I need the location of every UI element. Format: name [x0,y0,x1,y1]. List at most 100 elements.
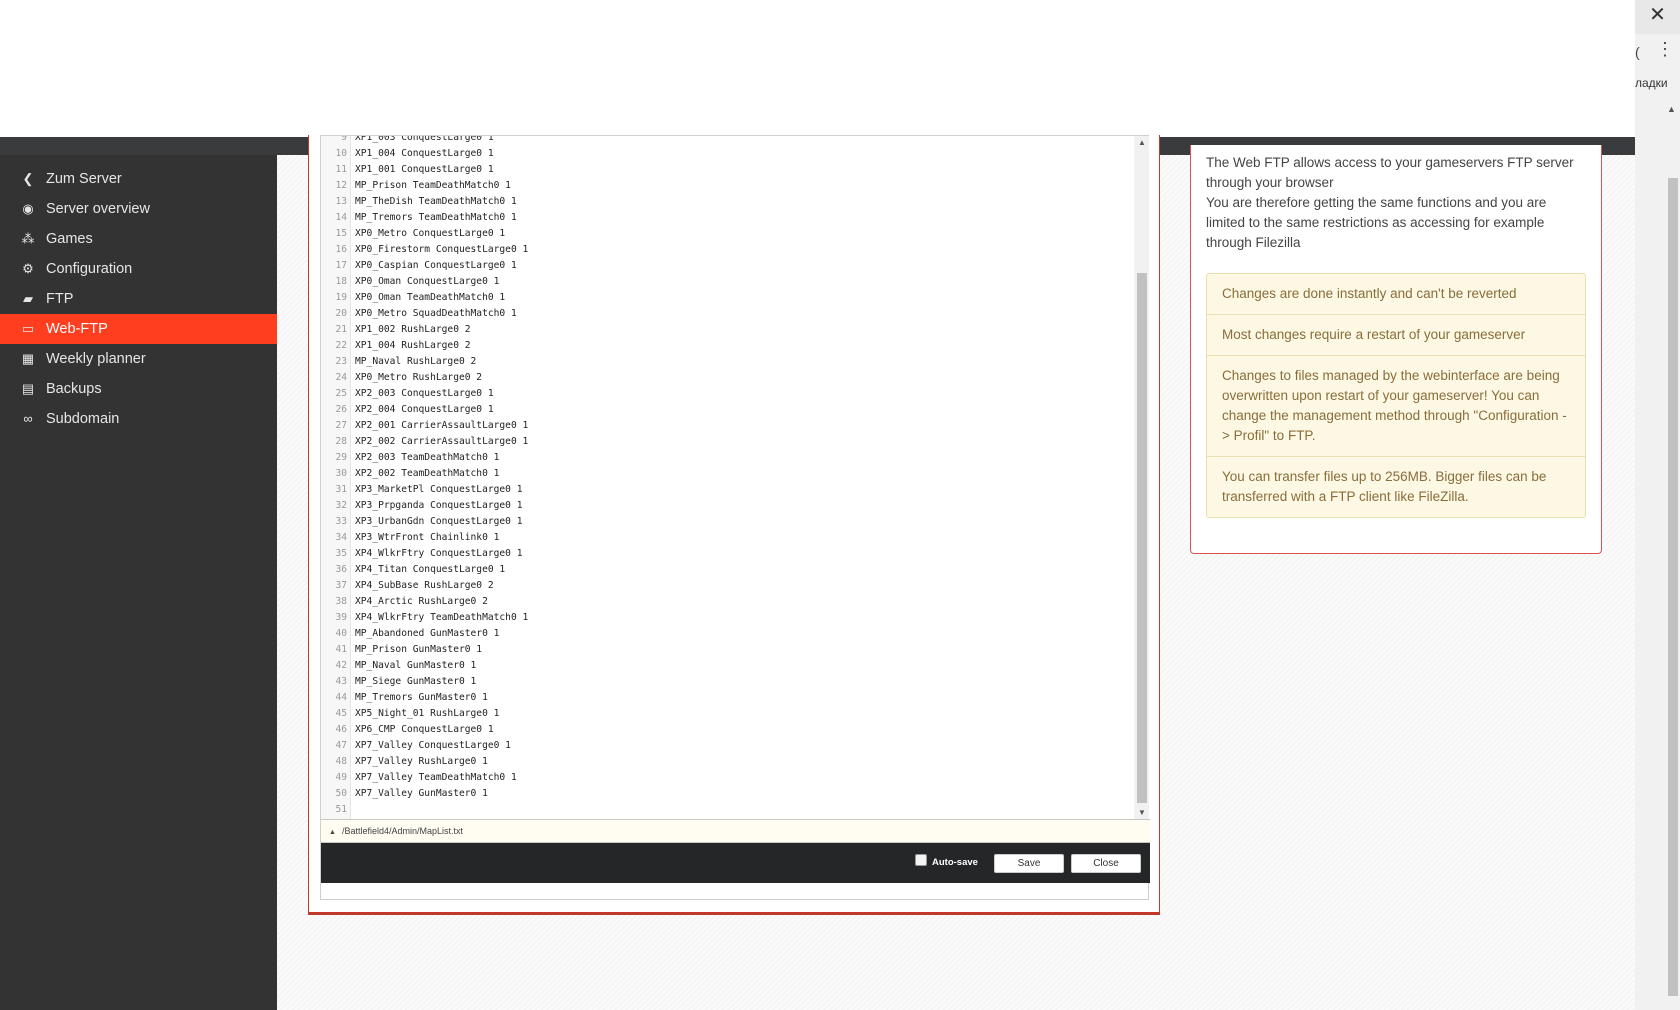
cubes-icon: ⁂ [21,231,35,246]
sidebar-item-zum-server[interactable]: ❮ Zum Server [0,164,277,194]
code-line[interactable]: 24 XP0_Metro RushLarge0 2 [321,370,482,386]
sidebar-item-configuration[interactable]: ⚙ Configuration [0,254,277,284]
sidebar-item-weekly-planner[interactable]: ▦ Weekly planner [0,344,277,374]
code-line[interactable]: 37 XP4_SubBase RushLarge0 2 [321,578,493,594]
sidebar-item-label: Subdomain [46,411,120,427]
line-text: XP4_WlkrFtry TeamDeathMatch0 1 [355,612,529,623]
line-text: XP3_Prpganda ConquestLarge0 1 [355,500,523,511]
code-line[interactable]: 10 XP1_004 ConquestLarge0 1 [321,146,493,162]
line-text: XP2_004 ConquestLarge0 1 [355,404,494,415]
code-line[interactable]: 13 MP_TheDish TeamDeathMatch0 1 [321,194,516,210]
line-text: MP_Prison TeamDeathMatch0 1 [355,180,511,191]
archive-icon: ▤ [21,381,35,396]
code-editor[interactable]: 9 XP1_003 ConquestLarge0 1 10 XP1_004 Conqu… [321,136,1134,819]
code-line[interactable]: 9 XP1_003 ConquestLarge0 1 [321,136,493,146]
close-icon[interactable]: ✕ [1635,0,1680,34]
line-number: 48 [335,756,347,767]
line-text: XP0_Oman ConquestLarge0 1 [355,276,500,287]
line-text: MP_Siege GunMaster0 1 [355,676,477,687]
page-scrollbar-thumb[interactable] [1668,178,1678,996]
scroll-up-icon[interactable]: ▲ [1138,138,1146,147]
code-line[interactable]: 28 XP2_002 CarrierAssaultLarge0 1 [321,434,528,450]
sidebar: ❮ Zum Server ◉ Server overview ⁂ Games ⚙ Config… [0,155,277,1010]
code-line[interactable]: 22 XP1_004 RushLarge0 2 [321,338,470,354]
code-line[interactable]: 45 XP5_Night_01 RushLarge0 1 [321,706,499,722]
sidebar-item-server-overview[interactable]: ◉ Server overview [0,194,277,224]
code-line[interactable]: 18 XP0_Oman ConquestLarge0 1 [321,274,499,290]
code-line[interactable]: 26 XP2_004 ConquestLarge0 1 [321,402,493,418]
code-line[interactable]: 43 MP_Siege GunMaster0 1 [321,674,476,690]
menu-kebab-icon[interactable]: ⋮ [1656,40,1674,58]
editor-scrollbar-thumb[interactable] [1137,273,1147,803]
line-number: 38 [335,596,347,607]
line-text: XP1_003 ConquestLarge0 1 [355,136,494,143]
autosave-label: Auto-save [932,857,978,868]
scroll-down-icon[interactable]: ▼ [1138,808,1146,817]
bookmarks-label[interactable]: ладки [1635,76,1668,90]
code-line[interactable]: 16 XP0_Firestorm ConquestLarge0 1 [321,242,528,258]
line-text: XP3_WtrFront Chainlink0 1 [355,532,500,543]
cogs-icon: ⚙ [22,261,34,276]
code-line[interactable]: 46 XP6_CMP ConquestLarge0 1 [321,722,493,738]
sidebar-item-web-ftp[interactable]: ▭ Web-FTP [0,314,277,344]
code-line[interactable]: 49 XP7_Valley TeamDeathMatch0 1 [321,770,516,786]
code-line[interactable]: 32 XP3_Prpganda ConquestLarge0 1 [321,498,522,514]
code-line[interactable]: 29 XP2_003 TeamDeathMatch0 1 [321,450,499,466]
code-line[interactable]: 48 XP7_Valley RushLarge0 1 [321,754,487,770]
code-line[interactable]: 41 MP_Prison GunMaster0 1 [321,642,482,658]
code-line[interactable]: 17 XP0_Caspian ConquestLarge0 1 [321,258,516,274]
autosave-checkbox[interactable] [915,854,927,866]
caret-up-icon[interactable]: ▲ [329,829,336,836]
browser-window-top [0,0,1635,137]
code-line[interactable]: 44 MP_Tremors GunMaster0 1 [321,690,487,706]
code-line[interactable]: 36 XP4_Titan ConquestLarge0 1 [321,562,505,578]
code-line[interactable]: 27 XP2_001 CarrierAssaultLarge0 1 [321,418,528,434]
code-line[interactable]: 15 XP0_Metro ConquestLarge0 1 [321,226,505,242]
code-line[interactable]: 31 XP3_MarketPl ConquestLarge0 1 [321,482,522,498]
line-number: 16 [335,244,347,255]
file-path-bar: ▲ /Battlefield4/Admin/MapList.txt [321,819,1150,843]
code-line[interactable]: 19 XP0_Oman TeamDeathMatch0 1 [321,290,505,306]
line-number: 35 [335,548,347,559]
line-text: XP3_UrbanGdn ConquestLarge0 1 [355,516,523,527]
code-line[interactable]: 21 XP1_002 RushLarge0 2 [321,322,470,338]
line-number: 45 [335,708,347,719]
sidebar-item-ftp[interactable]: ▰ FTP [0,284,277,314]
code-line[interactable]: 40 MP_Abandoned GunMaster0 1 [321,626,499,642]
line-number: 15 [335,228,347,239]
line-number: 51 [335,804,347,815]
editor-scrollbar[interactable]: ▲ ▼ [1134,136,1149,819]
line-number: 31 [335,484,347,495]
sidebar-item-games[interactable]: ⁂ Games [0,224,277,254]
sidebar-item-subdomain[interactable]: ∞ Subdomain [0,404,277,434]
code-line[interactable]: 35 XP4_WlkrFtry ConquestLarge0 1 [321,546,522,562]
code-line[interactable]: 38 XP4_Arctic RushLarge0 2 [321,594,487,610]
code-line[interactable]: 11 XP1_001 ConquestLarge0 1 [321,162,493,178]
close-button[interactable]: Close [1071,854,1141,873]
code-line[interactable]: 33 XP3_UrbanGdn ConquestLarge0 1 [321,514,522,530]
line-text: XP7_Valley ConquestLarge0 1 [355,740,511,751]
code-line[interactable]: 47 XP7_Valley ConquestLarge0 1 [321,738,511,754]
eye-icon: ◉ [22,201,34,216]
file-path: /Battlefield4/Admin/MapList.txt [341,826,463,836]
code-line[interactable]: 14 MP_Tremors TeamDeathMatch0 1 [321,210,516,226]
chevron-left-icon: ❮ [22,171,34,186]
code-line[interactable]: 39 XP4_WlkrFtry TeamDeathMatch0 1 [321,610,528,626]
code-line[interactable]: 42 MP_Naval GunMaster0 1 [321,658,476,674]
code-line[interactable]: 20 XP0_Metro SquadDeathMatch0 1 [321,306,516,322]
sidebar-nav: ❮ Zum Server ◉ Server overview ⁂ Games ⚙ Config… [0,155,277,434]
code-line[interactable]: 12 MP_Prison TeamDeathMatch0 1 [321,178,511,194]
line-number: 30 [335,468,347,479]
code-line[interactable]: 23 MP_Naval RushLarge0 2 [321,354,476,370]
line-text: XP0_Metro RushLarge0 2 [355,372,483,383]
code-line[interactable]: 25 XP2_003 ConquestLarge0 1 [321,386,493,402]
code-line[interactable]: 30 XP2_002 TeamDeathMatch0 1 [321,466,499,482]
code-line[interactable]: 51 [321,802,347,818]
scroll-up-icon[interactable]: ▲ [1667,104,1676,114]
line-number: 27 [335,420,347,431]
save-button[interactable]: Save [994,854,1064,873]
partial-toolbar-glyph: ( [1635,44,1640,60]
sidebar-item-backups[interactable]: ▤ Backups [0,374,277,404]
code-line[interactable]: 34 XP3_WtrFront Chainlink0 1 [321,530,499,546]
code-line[interactable]: 50 XP7_Valley GunMaster0 1 [321,786,487,802]
